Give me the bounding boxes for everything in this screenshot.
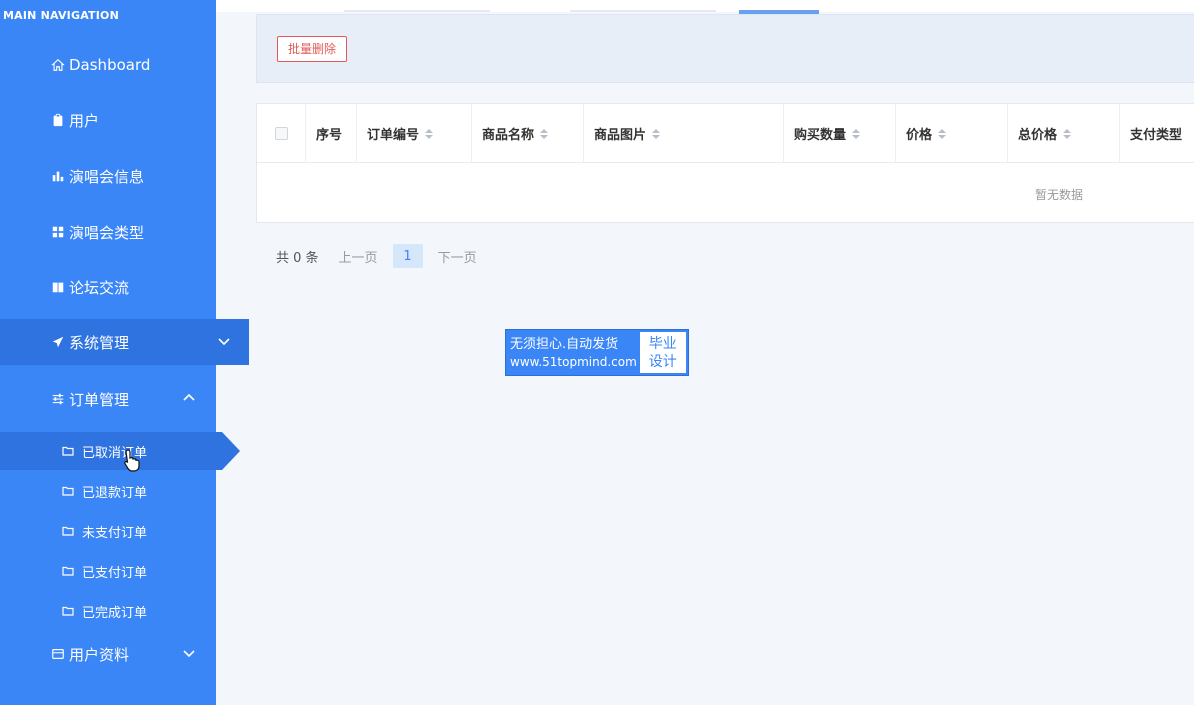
chevron-up-icon bbox=[182, 391, 196, 405]
sidebar-subitem-label: 已支付订单 bbox=[82, 565, 148, 581]
sidebar-item-concert-type[interactable]: 演唱会类型 bbox=[0, 209, 216, 255]
folder-icon bbox=[62, 484, 76, 498]
sidebar-item-users[interactable]: 用户 bbox=[0, 97, 216, 143]
column-header-quantity[interactable]: 购买数量 bbox=[784, 104, 896, 163]
sidebar-item-label: 演唱会类型 bbox=[69, 223, 145, 242]
select-all-cell bbox=[257, 104, 306, 163]
sidebar-item-user-profile[interactable]: 用户资料 bbox=[0, 631, 216, 677]
column-header-product-name[interactable]: 商品名称 bbox=[472, 104, 584, 163]
watermark-badge: 毕业 设计 bbox=[639, 332, 686, 373]
sidebar-item-label: 系统管理 bbox=[69, 333, 130, 352]
table-empty-text: 暂无数据 bbox=[1035, 188, 1084, 202]
sidebar-item-label: 演唱会信息 bbox=[69, 167, 145, 186]
orders-table: 序号 订单编号 商品名称 商品图片 购买数量 价格 总价格 支付类型 暂无数据 bbox=[256, 103, 1194, 223]
hand-cursor-icon bbox=[122, 448, 142, 472]
column-header-payment-type[interactable]: 支付类型 bbox=[1120, 104, 1194, 163]
sidebar-item-dashboard[interactable]: Dashboard bbox=[0, 42, 216, 88]
sort-icon[interactable] bbox=[652, 128, 661, 139]
prev-page-button[interactable]: 上一页 bbox=[339, 247, 378, 266]
nav-heading: MAIN NAVIGATION bbox=[3, 9, 120, 22]
folder-icon bbox=[62, 604, 76, 618]
clipboard-icon bbox=[50, 112, 66, 128]
sidebar: MAIN NAVIGATION Dashboard 用户 演唱会信息 演唱会类型… bbox=[0, 0, 249, 705]
column-header-price[interactable]: 价格 bbox=[896, 104, 1008, 163]
sidebar-subitem-cancelled-orders[interactable]: 已取消订单 bbox=[0, 432, 240, 470]
sidebar-item-label: Dashboard bbox=[69, 56, 151, 74]
sidebar-item-label: 用户 bbox=[69, 111, 100, 130]
sidebar-subitem-completed-orders[interactable]: 已完成订单 bbox=[0, 592, 216, 630]
sidebar-subitem-unpaid-orders[interactable]: 未支付订单 bbox=[0, 512, 216, 550]
sidebar-item-label: 用户资料 bbox=[69, 645, 130, 664]
sidebar-subitem-label: 已完成订单 bbox=[82, 605, 148, 621]
select-all-checkbox[interactable] bbox=[274, 127, 288, 140]
watermark-text: 无须担心.自动发货 www.51topmind.com bbox=[510, 336, 637, 369]
sidebar-item-forum[interactable]: 论坛交流 bbox=[0, 264, 216, 310]
sidebar-subitem-label: 未支付订单 bbox=[82, 525, 148, 541]
page-number-button[interactable]: 1 bbox=[392, 244, 423, 268]
column-header-total-price[interactable]: 总价格 bbox=[1008, 104, 1120, 163]
sidebar-item-label: 论坛交流 bbox=[69, 278, 130, 297]
sidebar-item-concert-info[interactable]: 演唱会信息 bbox=[0, 153, 216, 199]
sidebar-subitem-refunded-orders[interactable]: 已退款订单 bbox=[0, 472, 216, 510]
sidebar-item-order-management[interactable]: 订单管理 bbox=[0, 376, 216, 422]
table-header: 序号 订单编号 商品名称 商品图片 购买数量 价格 总价格 支付类型 bbox=[257, 104, 1194, 163]
grid-icon bbox=[50, 224, 66, 240]
sidebar-subitem-label: 已退款订单 bbox=[82, 485, 148, 501]
action-toolbar: 批量删除 bbox=[256, 14, 1194, 83]
sidebar-item-label: 订单管理 bbox=[69, 390, 130, 409]
card-icon bbox=[50, 646, 66, 662]
watermark-banner: 无须担心.自动发货 www.51topmind.com 毕业 设计 bbox=[505, 329, 689, 376]
filter-field-underline bbox=[344, 10, 490, 12]
bar-chart-icon bbox=[50, 168, 66, 184]
sidebar-item-system-management[interactable]: 系统管理 bbox=[0, 319, 249, 365]
chevron-down-icon bbox=[217, 334, 231, 348]
folder-icon bbox=[62, 524, 76, 538]
sidebar-subitem-paid-orders[interactable]: 已支付订单 bbox=[0, 552, 216, 590]
top-strip bbox=[216, 0, 1194, 15]
column-header-product-image[interactable]: 商品图片 bbox=[584, 104, 784, 163]
batch-delete-button[interactable]: 批量删除 bbox=[277, 36, 348, 62]
pagination-total: 共 0 条 bbox=[276, 250, 319, 266]
sort-icon[interactable] bbox=[938, 128, 947, 139]
next-page-button[interactable]: 下一页 bbox=[438, 247, 477, 266]
filter-field-underline bbox=[570, 10, 716, 12]
folder-icon bbox=[62, 564, 76, 578]
folder-icon bbox=[62, 444, 76, 458]
sort-icon[interactable] bbox=[540, 128, 549, 139]
chevron-down-icon bbox=[182, 646, 196, 660]
pagination: 共 0 条 上一页 1 下一页 bbox=[276, 244, 477, 268]
book-icon bbox=[50, 279, 66, 295]
paper-plane-icon bbox=[50, 334, 66, 350]
sliders-icon bbox=[50, 391, 66, 407]
column-header-index: 序号 bbox=[306, 104, 357, 163]
sort-icon[interactable] bbox=[1063, 128, 1072, 139]
sort-icon[interactable] bbox=[852, 128, 861, 139]
home-icon bbox=[50, 57, 66, 73]
column-header-order-number[interactable]: 订单编号 bbox=[357, 104, 472, 163]
sort-icon[interactable] bbox=[425, 128, 434, 139]
